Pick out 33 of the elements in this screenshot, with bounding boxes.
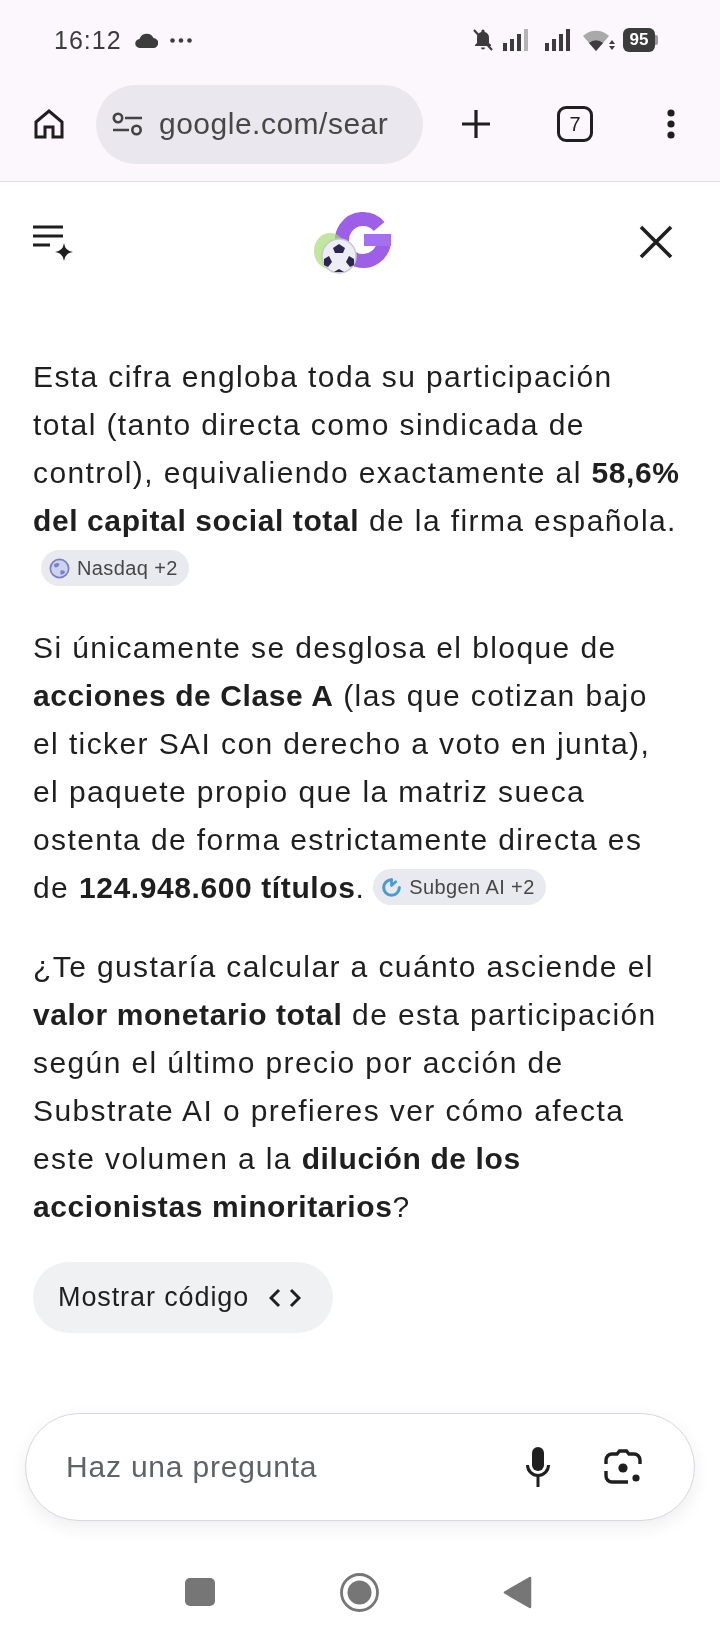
cloud-icon xyxy=(133,32,158,48)
ask-bar[interactable]: Haz una pregunta xyxy=(25,1413,695,1521)
address-bar[interactable]: google.com/sear xyxy=(96,84,423,164)
answer-paragraph: ¿Te gustaría calcular a cuánto asciende el valor monetario total de esta participación según el último precio por acción de Substrate AI o prefieres ver cómo afecta este volumen a la dilución de los accionistas minoritarios? xyxy=(33,949,658,1225)
ask-input-field[interactable]: Haz una pregunta xyxy=(66,1437,516,1497)
circle-nav-icon[interactable] xyxy=(340,1572,379,1612)
close-icon[interactable] xyxy=(639,225,673,259)
open-ring-icon xyxy=(381,876,403,898)
answer-paragraph: Esta cifra engloba toda su participación total (tanto directa como sindicada de control), equivaliendo exactamente al 58,6% del capital social total de la firma española. Nasdaq +2 xyxy=(33,353,680,593)
list-sparkle-icon[interactable] xyxy=(33,223,73,261)
plus-icon[interactable] xyxy=(460,108,492,140)
more-vert-icon[interactable] xyxy=(667,109,675,139)
mic-icon[interactable] xyxy=(526,1447,550,1487)
tab-count-button[interactable]: 7 xyxy=(557,106,593,142)
back-icon[interactable] xyxy=(503,1575,532,1609)
status-time: 16:12 xyxy=(54,27,122,53)
square-nav-icon[interactable] xyxy=(185,1578,215,1606)
globe-icon xyxy=(49,557,70,579)
answer-paragraph: Si únicamente se desglosa el bloque de acciones de Clase A (las que cotizan bajo el ticker SAI con derecho a voto en junta), el paquete propio que la matriz sueca ostenta de forma estrictamente directa es de 124.948.600 títulos. Subgen AI +2 xyxy=(33,630,652,908)
bell-off-icon xyxy=(471,28,494,52)
url-text: google.com/sear xyxy=(159,109,389,139)
source-chip[interactable]: Nasdaq +2 xyxy=(41,550,189,587)
source-chip[interactable]: Subgen AI +2 xyxy=(373,869,546,906)
show-code-button[interactable]: Mostrar código xyxy=(33,1262,334,1333)
signal-icon xyxy=(502,29,529,51)
wifi-icon xyxy=(581,28,615,52)
camera-icon[interactable] xyxy=(604,1449,642,1485)
dots-icon xyxy=(169,37,192,43)
battery-indicator: 95 xyxy=(622,28,659,52)
code-icon xyxy=(269,1287,302,1308)
home-icon[interactable] xyxy=(33,108,65,140)
sliders-icon[interactable] xyxy=(112,112,143,136)
signal-icon xyxy=(544,29,571,51)
